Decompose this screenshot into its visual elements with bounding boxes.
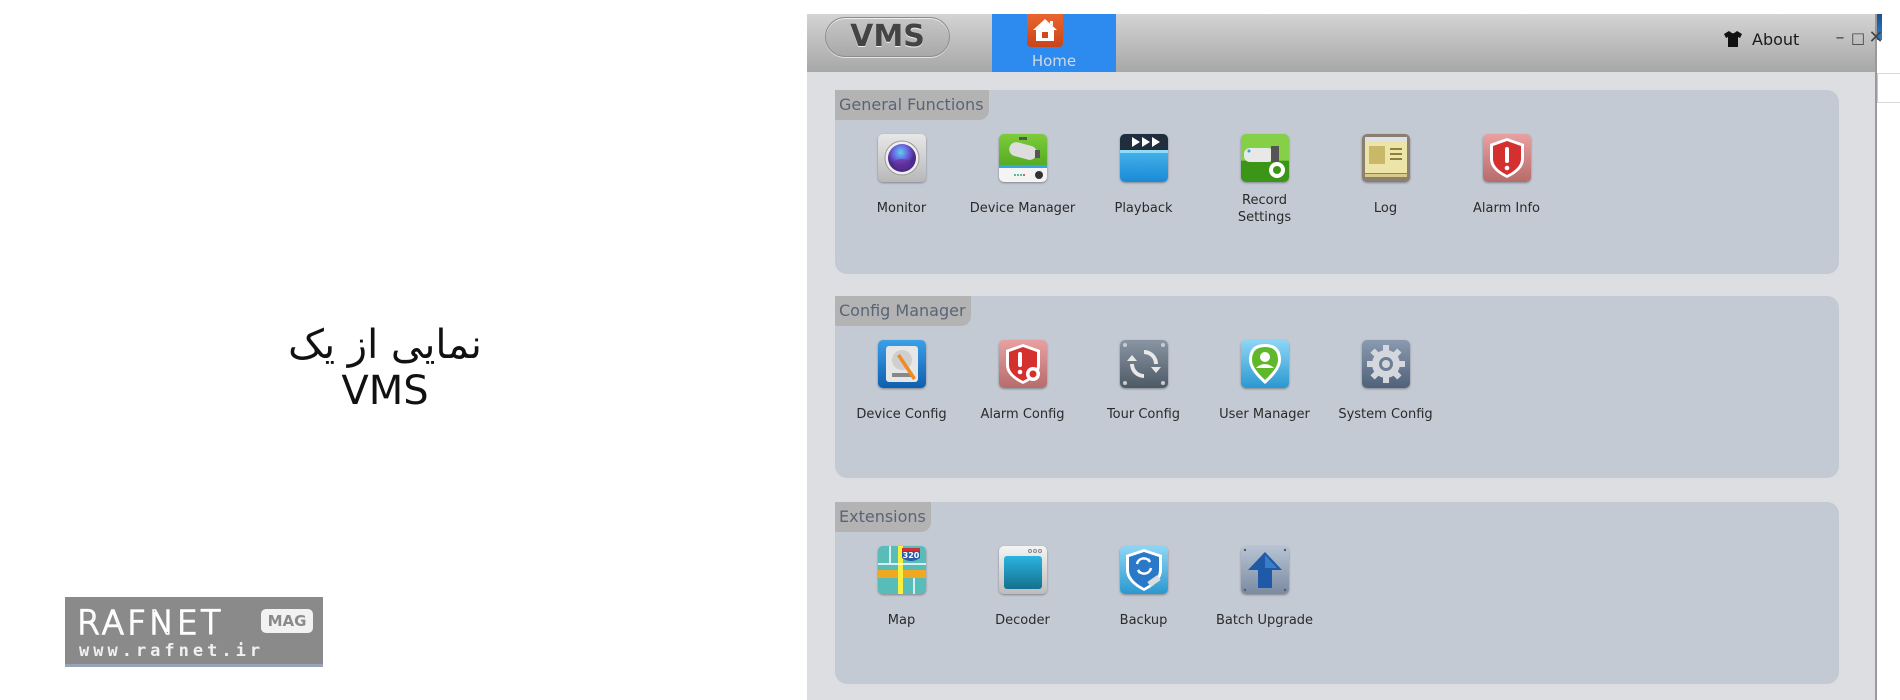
section-title: Extensions [835, 502, 931, 532]
tile-label: Playback [1114, 201, 1173, 216]
vms-window: VMS Home About – □ ✕ General Functions M… [807, 14, 1884, 700]
alarm-config-icon [998, 340, 1047, 388]
map-icon: 320 [877, 546, 926, 594]
record-settings-icon [1240, 134, 1289, 182]
tile-batch-upgrade[interactable]: Batch Upgrade [1204, 546, 1325, 629]
tile-system-config[interactable]: System Config [1325, 340, 1446, 423]
tile-label: User Manager [1219, 407, 1310, 422]
tile-label-line: Settings [1237, 210, 1292, 225]
tile-label: Backup [1119, 613, 1168, 628]
backup-icon [1119, 546, 1168, 594]
watermark-badge: MAG [261, 609, 313, 633]
playback-clapper-icon [1119, 134, 1168, 182]
user-manager-icon [1240, 340, 1289, 388]
section-general-functions: General Functions Monitor Device Manager [835, 90, 1839, 274]
tour-config-icon [1119, 340, 1168, 388]
close-button[interactable]: ✕ [1867, 27, 1885, 49]
tile-tour-config[interactable]: Tour Config [1083, 340, 1204, 423]
tile-label: System Config [1338, 407, 1433, 422]
vms-logo: VMS [825, 17, 950, 57]
tile-alarm-info[interactable]: Alarm Info [1446, 134, 1567, 226]
tab-home[interactable]: Home [992, 14, 1116, 72]
watermark-url: www.rafnet.ir [79, 641, 265, 661]
tshirt-icon [1724, 31, 1742, 47]
screenshot: نمایی از یک VMS RAFNET MAG www.rafnet.ir… [0, 0, 1900, 700]
rafnet-watermark-logo: RAFNET MAG www.rafnet.ir [65, 597, 323, 667]
background-window-edge-line [1877, 73, 1900, 103]
section-config-manager: Config Manager Device Config Alarm Confi… [835, 296, 1839, 478]
tile-label: Device Config [856, 407, 947, 422]
tile-map[interactable]: 320 Map [841, 546, 962, 629]
section-extensions: Extensions 320 Map Decoder Backup Batch … [835, 502, 1839, 684]
watermark-brand: RAFNET [76, 602, 224, 643]
device-manager-camera-icon [998, 134, 1047, 182]
section-title: General Functions [835, 90, 989, 120]
maximize-button[interactable]: □ [1849, 27, 1867, 49]
tile-record-settings[interactable]: Record Settings [1204, 134, 1325, 226]
page-caption: نمایی از یک VMS [288, 322, 482, 414]
monitor-lens-icon [877, 134, 926, 182]
tile-label: Decoder [995, 613, 1050, 628]
tile-label: Log [1373, 201, 1398, 216]
tile-label: Map [887, 613, 916, 628]
tile-label: Record Settings [1238, 192, 1291, 226]
tile-label: Batch Upgrade [1215, 613, 1314, 628]
alarm-shield-icon [1482, 134, 1531, 182]
tab-home-label: Home [1031, 52, 1077, 70]
device-config-icon [877, 340, 926, 388]
batch-upgrade-arrow-icon [1240, 546, 1289, 594]
tile-device-manager[interactable]: Device Manager [962, 134, 1083, 226]
about-label: About [1752, 29, 1800, 49]
minimize-button[interactable]: – [1831, 27, 1849, 49]
section-title: Config Manager [835, 296, 971, 326]
tile-label: Alarm Info [1473, 201, 1540, 216]
tile-label: Monitor [876, 201, 927, 216]
tile-backup[interactable]: Backup [1083, 546, 1204, 629]
tile-monitor[interactable]: Monitor [841, 134, 962, 226]
tile-alarm-config[interactable]: Alarm Config [962, 340, 1083, 423]
title-bar: VMS Home About – □ ✕ [807, 14, 1884, 72]
map-route-badge: 320 [902, 551, 919, 560]
tile-label: Device Manager [969, 201, 1076, 216]
tile-label: Alarm Config [980, 407, 1065, 422]
tile-decoder[interactable]: Decoder [962, 546, 1083, 629]
tile-device-config[interactable]: Device Config [841, 340, 962, 423]
home-icon [1027, 14, 1063, 47]
log-icon [1361, 134, 1410, 182]
tile-user-manager[interactable]: User Manager [1204, 340, 1325, 423]
tile-log[interactable]: Log [1325, 134, 1446, 226]
about-button[interactable]: About [1724, 28, 1799, 50]
decoder-icon [998, 546, 1047, 594]
tile-label-line: Record [1242, 193, 1287, 208]
system-config-gear-icon [1361, 340, 1410, 388]
tile-playback[interactable]: Playback [1083, 134, 1204, 226]
tile-label: Tour Config [1106, 407, 1181, 422]
